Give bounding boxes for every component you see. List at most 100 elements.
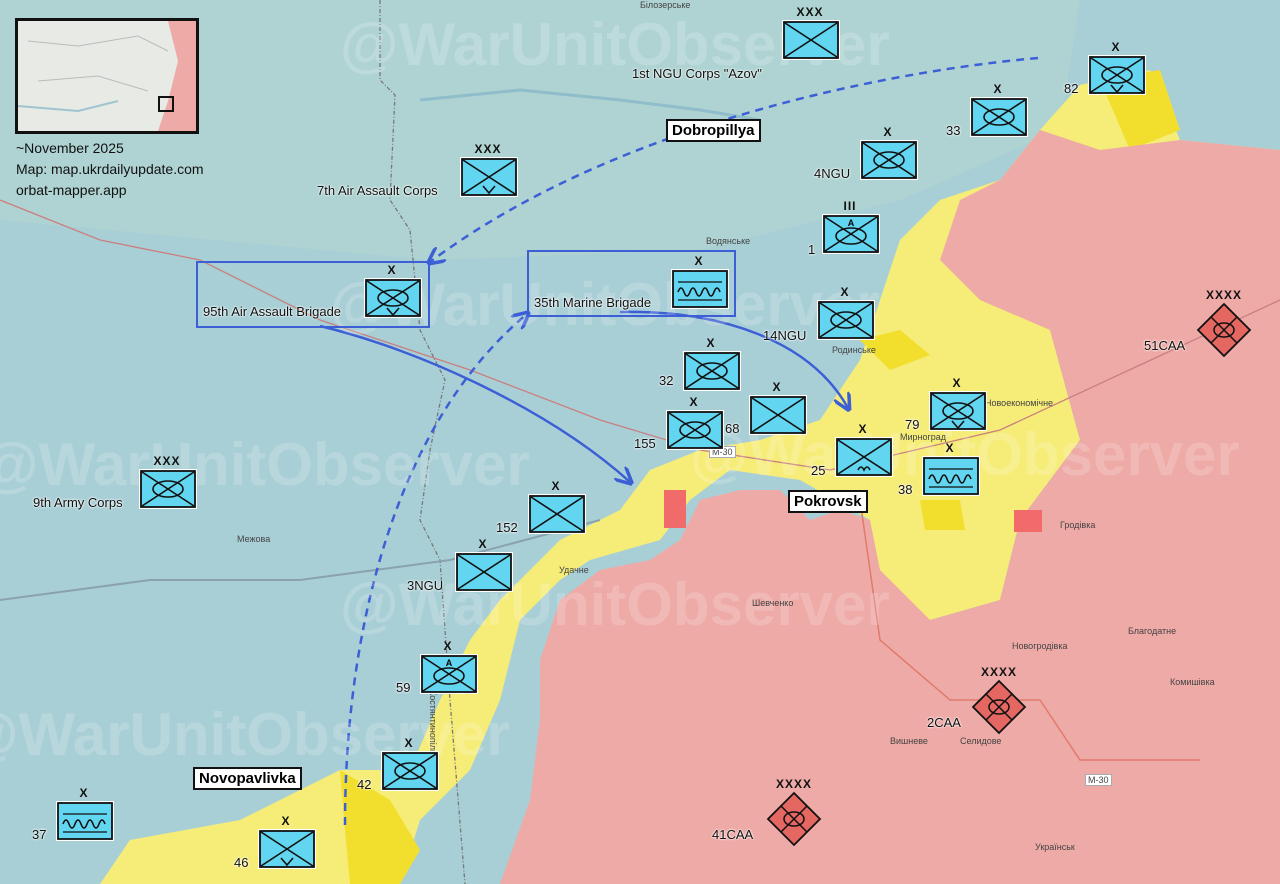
svg-text:A: A xyxy=(446,658,453,668)
unit-label: 9th Army Corps xyxy=(33,495,123,510)
unit-25[interactable]: X 25 xyxy=(811,422,893,478)
svg-text:A: A xyxy=(848,218,855,228)
unit-echelon: III xyxy=(843,199,857,213)
unit-label: 59 xyxy=(396,680,411,695)
unit-symbol-infantry xyxy=(455,552,513,592)
unit-1x[interactable]: III A 1 xyxy=(808,199,880,257)
unit-echelon: XXX xyxy=(474,142,502,156)
place-ukrainsk: Українськ xyxy=(1035,842,1075,852)
unit-label: 1 xyxy=(808,242,816,257)
unit-echelon: XXX xyxy=(153,454,181,468)
watermark: @WarUnitObserver xyxy=(0,431,530,498)
unit-155[interactable]: X 155 xyxy=(634,395,724,451)
unit-label: 155 xyxy=(634,436,656,451)
place-mezhova: Межова xyxy=(237,534,271,544)
unit-32[interactable]: X 32 xyxy=(659,336,741,391)
unit-9th-army-corps[interactable]: XXX 9th Army Corps xyxy=(33,454,197,510)
unit-label: 41CAA xyxy=(712,827,754,842)
map-credits: ~November 2025 Map: map.ukrdailyupdate.c… xyxy=(16,138,204,201)
unit-symbol-armored-a: A xyxy=(822,214,880,254)
unit-42[interactable]: X 42 xyxy=(357,736,439,792)
place-novohrodivka: Новогродівка xyxy=(1012,641,1068,651)
unit-label: 152 xyxy=(496,520,518,535)
unit-symbol-marine xyxy=(922,456,980,496)
unit-symbol-mechanized xyxy=(139,469,197,509)
unit-68[interactable]: X 68 xyxy=(725,380,807,436)
unit-95-aab[interactable]: X xyxy=(364,263,422,318)
unit-echelon: X xyxy=(443,639,453,653)
unit-46[interactable]: X 46 xyxy=(234,814,316,870)
place-komyshivka: Комишівка xyxy=(1170,677,1215,687)
unit-echelon: X xyxy=(993,82,1003,96)
unit-symbol-air-assault xyxy=(1088,55,1146,95)
label-95th-air-assault-brigade: 95th Air Assault Brigade xyxy=(203,304,342,319)
unit-symbol-air-assault xyxy=(364,278,422,318)
unit-symbol-mechanized xyxy=(817,300,875,340)
place-bilozerske: Білозерське xyxy=(640,0,691,10)
unit-echelon: X xyxy=(694,254,704,268)
unit-echelon: X xyxy=(281,814,291,828)
place-vodianske: Водянське xyxy=(706,236,751,246)
unit-label: 46 xyxy=(234,855,249,870)
unit-echelon: X xyxy=(387,263,397,277)
contested-strong-3 xyxy=(920,500,965,530)
city-pokrovsk[interactable]: Pokrovsk xyxy=(788,490,868,513)
unit-symbol-marine xyxy=(671,269,729,309)
place-shevchenko: Шевченко xyxy=(752,598,794,608)
city-novopavlivka[interactable]: Novopavlivka xyxy=(193,767,302,790)
unit-label: 37 xyxy=(32,827,47,842)
unit-echelon: XXXX xyxy=(980,665,1017,679)
place-hrodivka: Гродівка xyxy=(1060,520,1096,530)
unit-echelon: X xyxy=(689,395,699,409)
road-m30-label: М-30 xyxy=(1085,774,1112,786)
unit-14ngu[interactable]: X 14NGU xyxy=(763,285,875,343)
unit-7th-aac[interactable]: XXX 7th Air Assault Corps xyxy=(317,142,518,198)
unit-label: 25 xyxy=(811,463,826,478)
unit-4ngu[interactable]: X 4NGU xyxy=(814,125,918,181)
unit-79[interactable]: X 79 xyxy=(905,376,987,432)
label-35th-marine-brigade: 35th Marine Brigade xyxy=(534,295,652,310)
unit-1st-ngu-corps[interactable]: XXX 1st NGU Corps "Azov" xyxy=(632,5,840,81)
city-dobropillya[interactable]: Dobropillya xyxy=(666,119,761,142)
unit-echelon: X xyxy=(404,736,414,750)
unit-33[interactable]: X 33 xyxy=(946,82,1028,138)
unit-echelon: X xyxy=(1111,40,1121,54)
unit-59[interactable]: X A 59 xyxy=(396,639,478,695)
unit-echelon: X xyxy=(858,422,868,436)
unit-symbol-airborne xyxy=(258,829,316,869)
unit-label: 51CAA xyxy=(1144,338,1186,353)
unit-35-mb[interactable]: X xyxy=(671,254,729,309)
unit-label: 79 xyxy=(905,417,920,432)
unit-echelon: X xyxy=(706,336,716,350)
unit-38[interactable]: X 38 xyxy=(898,441,980,497)
unit-echelon: XXXX xyxy=(1205,288,1242,302)
unit-symbol-mechanized xyxy=(381,751,439,791)
unit-symbol-armored-a: A xyxy=(420,654,478,694)
unit-37[interactable]: X 37 xyxy=(32,786,114,842)
unit-symbol-mechanized xyxy=(683,351,741,391)
unit-echelon: XXXX xyxy=(775,777,812,791)
unit-symbol-infantry xyxy=(782,20,840,60)
unit-label: 33 xyxy=(946,123,961,138)
unit-echelon: X xyxy=(478,537,488,551)
unit-symbol-infantry xyxy=(528,494,586,534)
unit-label: 38 xyxy=(898,482,913,497)
russian-advance-2 xyxy=(664,490,686,528)
russian-advance-1 xyxy=(1014,510,1042,532)
unit-3ngu[interactable]: X 3NGU xyxy=(407,537,513,593)
unit-echelon: X xyxy=(772,380,782,394)
unit-152[interactable]: X 152 xyxy=(496,479,586,535)
unit-82[interactable]: X 82 xyxy=(1064,40,1146,96)
unit-symbol-airborne-v xyxy=(835,437,893,477)
unit-echelon: X xyxy=(883,125,893,139)
unit-label: 1st NGU Corps "Azov" xyxy=(632,66,762,81)
unit-echelon: X xyxy=(840,285,850,299)
unit-label: 42 xyxy=(357,777,372,792)
unit-symbol-mechanized xyxy=(970,97,1028,137)
unit-symbol-infantry xyxy=(749,395,807,435)
unit-label: 4NGU xyxy=(814,166,851,181)
unit-symbol-mechanized xyxy=(666,410,724,450)
unit-label: 14NGU xyxy=(763,328,807,343)
unit-symbol-air-assault xyxy=(929,391,987,431)
unit-label: 82 xyxy=(1064,81,1079,96)
